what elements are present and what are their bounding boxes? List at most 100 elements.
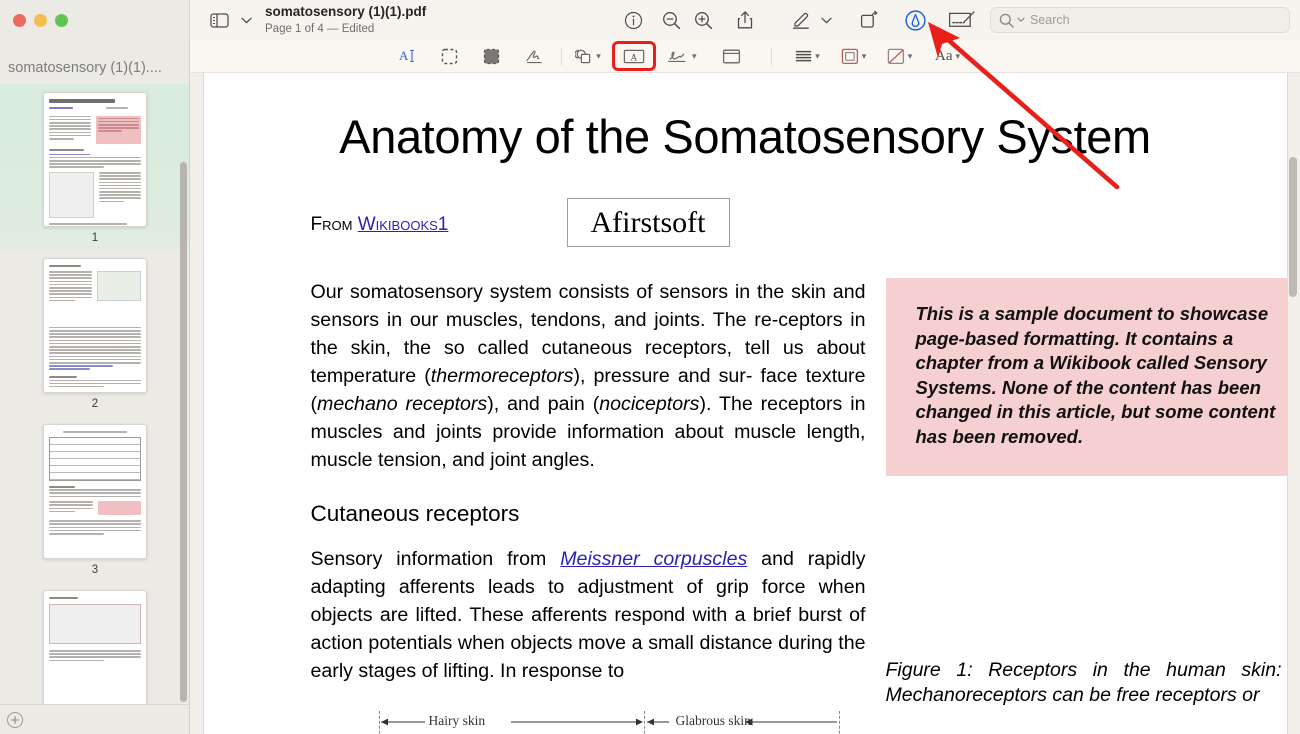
signature-glyph (668, 51, 686, 62)
sidebar-icon[interactable] (204, 7, 234, 33)
wikibooks-link[interactable]: Wikibooks1 (358, 214, 449, 235)
byline: From Wikibooks1 (311, 214, 449, 236)
thumbnail-page-number: 2 (91, 398, 99, 410)
share-icon[interactable] (730, 7, 760, 33)
chevron-down-icon[interactable]: ▾ (692, 51, 697, 62)
thumbnail-page-number: 3 (91, 564, 99, 576)
zoom-button[interactable] (55, 13, 68, 27)
search-icon (999, 13, 1014, 28)
sidebar-glyph (209, 12, 229, 28)
redact-icon[interactable] (478, 44, 504, 68)
rect-select-icon[interactable] (436, 44, 462, 68)
text-box-icon[interactable]: A (612, 41, 656, 71)
document-scrollbar[interactable] (1289, 157, 1297, 297)
markup-glyph (904, 9, 926, 31)
thumbnail-scroll-area[interactable]: 1 2 3 (0, 84, 190, 704)
toolbar-top: somatosensory (1)(1).pdf Page 1 of 4 — E… (190, 0, 1300, 40)
highlight-pen-icon[interactable] (786, 7, 816, 33)
thumbnail-page-3[interactable]: 3 (0, 416, 190, 582)
fill-glyph (887, 48, 904, 64)
chevron-down-icon[interactable]: ▾ (815, 51, 820, 62)
sidebar-scrollbar[interactable] (180, 162, 187, 702)
align-icon[interactable]: ▾ (795, 44, 821, 68)
chevron-down-icon[interactable] (818, 7, 834, 33)
freehand-icon[interactable] (522, 44, 548, 68)
sample-document-callout: This is a sample document to showcase pa… (885, 278, 1288, 476)
add-page-icon[interactable] (7, 711, 23, 728)
page-edge-right (1286, 73, 1288, 734)
figure-skin-diagram: Hairy skin Glabrous skin Papillary Ridge… (311, 707, 866, 734)
search-placeholder: Search (1030, 13, 1070, 27)
chevron-glyph (820, 17, 832, 23)
note-icon[interactable] (719, 44, 745, 68)
signature-glyph (948, 11, 975, 27)
sidebar: somatosensory (1)(1).... 1 2 3 (0, 0, 190, 734)
zoom-out-glyph (662, 11, 680, 29)
figure-hairs (311, 707, 866, 734)
page-edge-left (202, 73, 204, 734)
text-cursor-glyph: A (399, 48, 415, 63)
info-glyph (624, 11, 642, 29)
close-button[interactable] (13, 13, 26, 27)
fill-icon[interactable]: ▾ (887, 44, 913, 68)
paragraph-intro: Our somatosensory system consists of sen… (310, 281, 866, 472)
section-heading-cutaneous: Cutaneous receptors (310, 501, 520, 527)
thumbnail-page-1[interactable]: 1 (0, 84, 190, 250)
chevron-down-icon[interactable] (1017, 17, 1025, 23)
zoom-in-glyph (694, 11, 712, 29)
zoom-in-icon[interactable] (688, 7, 718, 33)
minimize-button[interactable] (34, 13, 47, 27)
chevron-glyph (240, 17, 252, 23)
search-input[interactable]: Search (990, 7, 1290, 33)
thumbnail-preview (43, 258, 147, 393)
signature-icon[interactable] (946, 7, 980, 33)
redact-glyph (483, 48, 499, 64)
meissner-link[interactable]: Meissner corpuscles (560, 548, 747, 570)
border-icon[interactable]: ▾ (841, 44, 867, 68)
chevron-down-icon[interactable]: ▾ (596, 51, 601, 62)
info-icon[interactable] (618, 7, 648, 33)
svg-text:A: A (399, 48, 409, 63)
chevron-down-icon[interactable] (239, 7, 253, 33)
sidebar-toggle-group[interactable] (204, 7, 253, 33)
border-glyph (841, 48, 858, 64)
page-title: Anatomy of the Somatosensory System (339, 110, 1151, 163)
shapes-icon[interactable]: ▾ (575, 44, 601, 68)
main-area: somatosensory (1)(1).pdf Page 1 of 4 — E… (190, 0, 1300, 734)
text-box-glyph: A (623, 49, 645, 63)
note-glyph (722, 49, 741, 63)
rotate-icon[interactable] (854, 7, 884, 33)
thumbnail-preview (43, 590, 147, 704)
toolbar-separator (770, 47, 772, 65)
zoom-out-icon[interactable] (656, 7, 686, 33)
document-page-status: Page 1 of 4 — Edited (265, 22, 375, 35)
toolbar-annotation: A ▾ A ▾ ▾ ▾ ▾ Aa ▾ (190, 40, 1300, 73)
thumbnail-page-number: 1 (91, 232, 99, 244)
pen-glyph (792, 12, 809, 29)
markup-icon[interactable] (900, 7, 930, 33)
text-cursor-icon[interactable]: A (394, 44, 420, 68)
document-title-block: somatosensory (1)(1).pdf Page 1 of 4 — E… (265, 4, 426, 35)
document-filename: somatosensory (1)(1).pdf (265, 4, 427, 20)
thumbnail-page-4[interactable]: 4 (0, 582, 190, 704)
font-label: Aa (935, 47, 953, 64)
paragraph-cutaneous: Sensory information from Meissner corpus… (311, 545, 866, 685)
font-icon[interactable]: Aa ▾ (935, 44, 961, 68)
sidebar-document-title: somatosensory (1)(1).... (8, 60, 162, 76)
byline-row: From Wikibooks1 Afirstsoft (217, 198, 1274, 256)
align-glyph (795, 50, 812, 61)
plus-icon (11, 715, 19, 724)
chevron-down-icon[interactable]: ▾ (908, 51, 913, 62)
thumbnail-page-2[interactable]: 2 (0, 250, 190, 416)
figure-1-caption: Figure 1: Receptors in the human skin: M… (885, 658, 1282, 707)
document-viewport[interactable]: Anatomy of the Somatosensory System From… (190, 73, 1300, 734)
window-controls (0, 0, 190, 40)
afirstsoft-textbox-annotation[interactable]: Afirstsoft (566, 198, 730, 247)
thumbnail-list: 1 2 3 (0, 84, 190, 704)
signature-icon[interactable]: ▾ (667, 44, 697, 68)
page-columns: Our somatosensory system consists of sen… (217, 278, 1288, 734)
pdf-reader-window: somatosensory (1)(1).... 1 2 3 somatosen… (0, 0, 1300, 734)
chevron-down-icon[interactable]: ▾ (956, 51, 961, 62)
chevron-down-icon[interactable]: ▾ (862, 51, 867, 62)
pdf-page-1: Anatomy of the Somatosensory System From… (202, 73, 1288, 734)
